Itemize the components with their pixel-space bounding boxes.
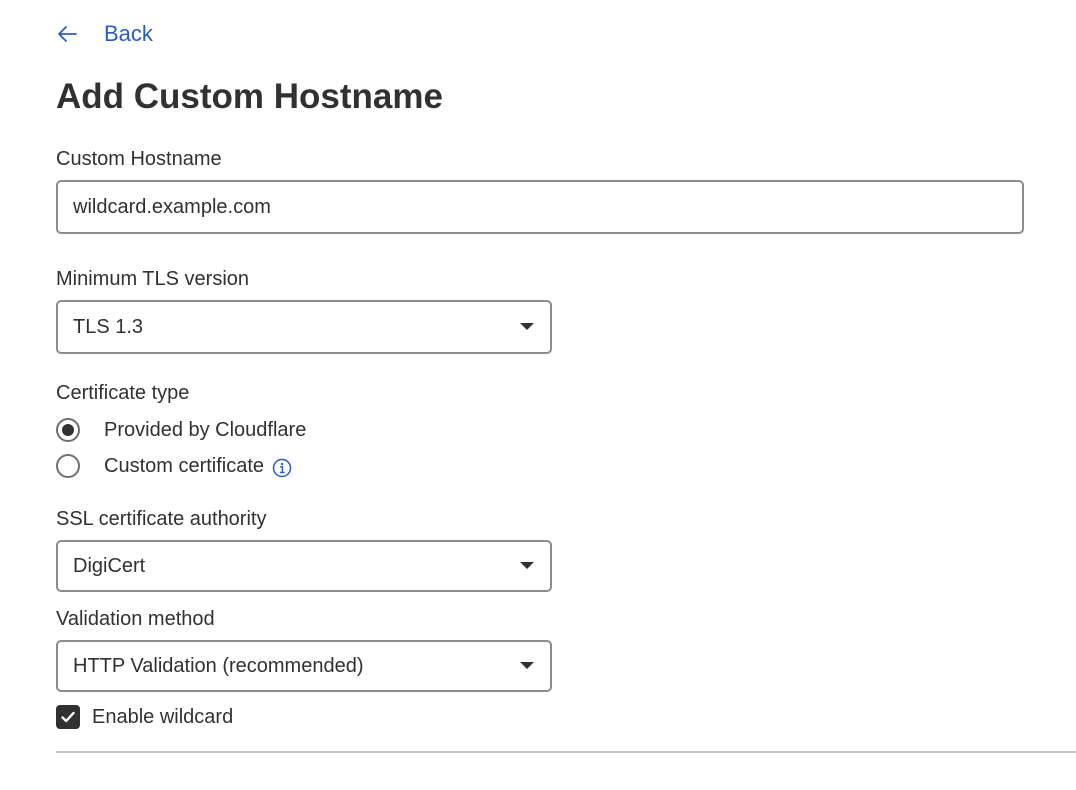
radio-label-custom-text: Custom certificate (104, 454, 265, 477)
arrow-left-icon (58, 26, 77, 42)
chevron-down-icon (520, 662, 534, 669)
enable-wildcard-checkbox[interactable] (56, 705, 80, 729)
enable-wildcard-checkbox-row[interactable]: Enable wildcard (56, 703, 233, 731)
chevron-down-icon (520, 323, 534, 330)
min-tls-label: Minimum TLS version (56, 268, 250, 290)
radio-button-unchecked[interactable] (56, 454, 80, 478)
back-link[interactable]: Back (56, 18, 153, 50)
validation-method-select[interactable]: HTTP Validation (recommended) (56, 640, 552, 692)
ssl-authority-select[interactable]: DigiCert (56, 540, 552, 592)
radio-provided-by-cloudflare[interactable]: Provided by Cloudflare (56, 416, 306, 444)
radio-custom-certificate[interactable]: Custom certificate (56, 452, 292, 480)
custom-hostname-input[interactable] (56, 180, 1024, 234)
validation-method-selected-value: HTTP Validation (recommended) (73, 654, 364, 677)
enable-wildcard-label: Enable wildcard (92, 705, 234, 728)
radio-label-provided: Provided by Cloudflare (104, 418, 307, 441)
checkmark-icon (61, 711, 75, 723)
validation-method-label: Validation method (56, 608, 215, 630)
certificate-type-label: Certificate type (56, 382, 190, 404)
radio-dot (62, 424, 74, 436)
ssl-authority-selected-value: DigiCert (73, 554, 146, 577)
radio-button-checked[interactable] (56, 418, 80, 442)
ssl-authority-label: SSL certificate authority (56, 508, 267, 530)
chevron-down-icon (520, 562, 534, 569)
divider (56, 751, 1076, 753)
page-title: Add Custom Hostname (56, 77, 443, 116)
min-tls-select[interactable]: TLS 1.3 (56, 300, 552, 354)
min-tls-selected-value: TLS 1.3 (73, 315, 144, 338)
info-icon[interactable] (272, 458, 292, 478)
custom-hostname-label: Custom Hostname (56, 148, 222, 170)
back-link-label: Back (104, 21, 153, 46)
radio-label-custom: Custom certificate (104, 455, 292, 478)
